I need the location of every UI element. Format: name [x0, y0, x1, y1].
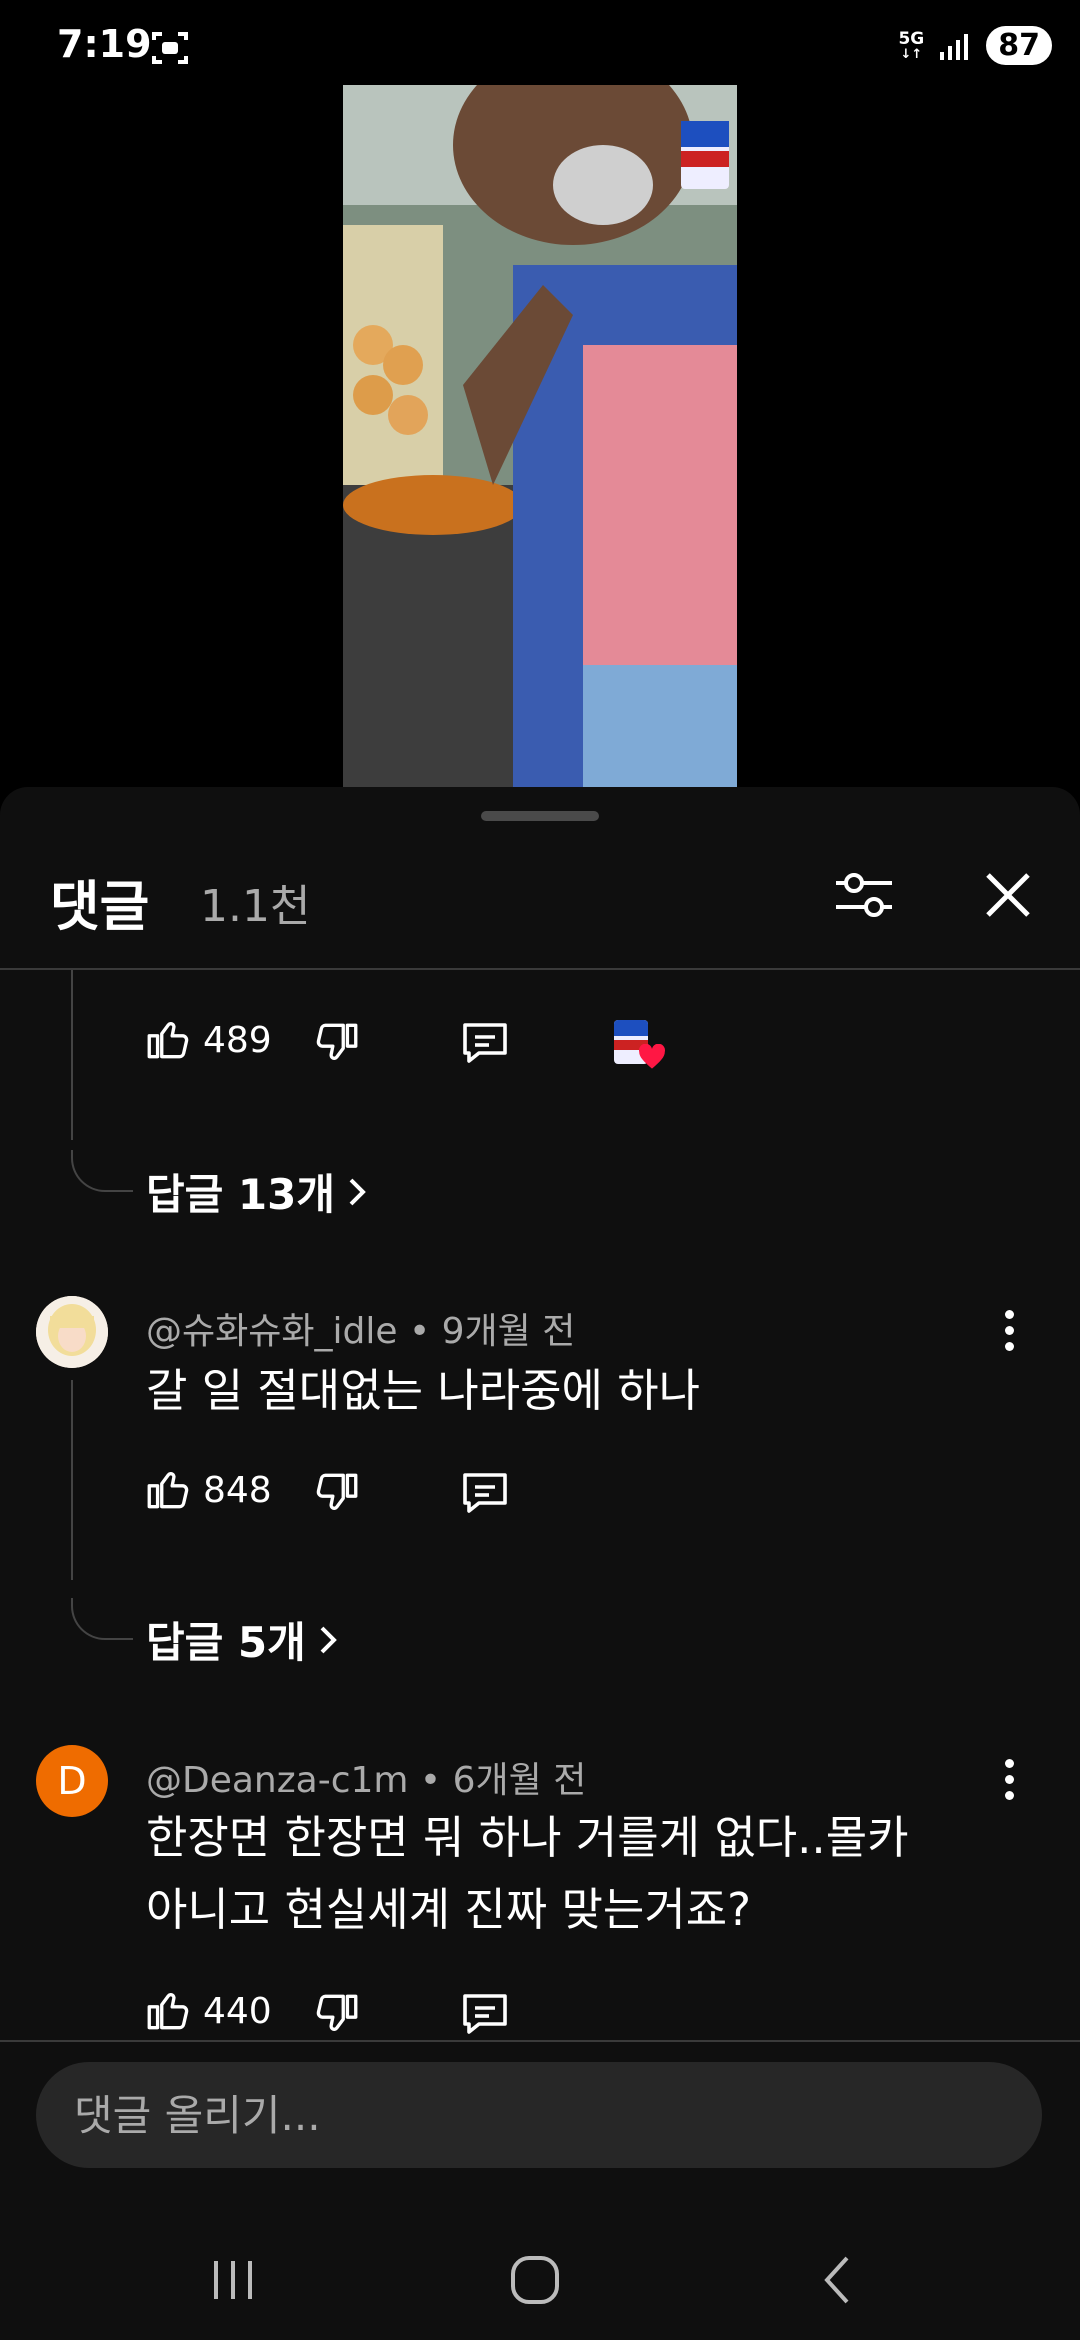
thread-line	[71, 1380, 73, 1580]
recents-icon	[214, 2261, 252, 2299]
view-replies-button[interactable]: 답글 13개	[146, 1161, 369, 1222]
status-icons: 5G ↓↑ 87	[898, 26, 1052, 65]
thumbs-down-icon	[316, 1994, 358, 2031]
drag-handle[interactable]	[481, 811, 599, 821]
comments-count: 1.1천	[200, 881, 311, 932]
avatar[interactable]: D	[36, 1745, 108, 1817]
reply-button[interactable]	[459, 1019, 511, 1071]
comment-input[interactable]	[36, 2062, 1042, 2168]
comment-author[interactable]: @슈화슈화_idle	[146, 1311, 397, 1352]
back-icon	[824, 2256, 849, 2304]
thread-line	[71, 970, 73, 1140]
comments-title: 댓글	[50, 875, 150, 938]
reply-button[interactable]	[459, 1469, 511, 1521]
channel-logo	[681, 121, 729, 189]
thumbs-up-icon	[147, 1022, 189, 1059]
recents-button[interactable]	[173, 2230, 293, 2330]
home-icon	[511, 2256, 559, 2304]
chevron-right-icon	[320, 1626, 337, 1653]
comment-author[interactable]: @Deanza-c1m	[146, 1760, 408, 1801]
like-count: 440	[203, 1990, 272, 2032]
like-count: 489	[203, 1019, 272, 1061]
close-icon	[986, 873, 1030, 917]
video-player[interactable]	[343, 85, 737, 787]
dislike-button[interactable]	[312, 1017, 362, 1071]
screen-record-icon	[150, 28, 190, 72]
view-replies-button[interactable]: 답글 5개	[146, 1609, 340, 1670]
like-count: 848	[203, 1469, 272, 1511]
input-divider	[0, 2040, 1080, 2042]
comment-icon	[463, 1994, 507, 2034]
avatar-image	[36, 1296, 108, 1368]
chevron-right-icon	[349, 1178, 366, 1205]
thumbs-up-icon	[147, 1993, 189, 2030]
comment-text: 갈 일 절대없는 나라중에 하나	[146, 1364, 701, 1417]
dislike-button[interactable]	[312, 1467, 362, 1521]
comment-time: 6개월 전	[452, 1760, 587, 1801]
header-divider	[0, 968, 1080, 970]
close-button[interactable]	[963, 850, 1053, 940]
comment-meta: @Deanza-c1m • 6개월 전	[146, 1760, 587, 1801]
filter-icon	[836, 873, 892, 917]
comment-meta: @슈화슈화_idle • 9개월 전	[146, 1311, 576, 1352]
creator-heart	[614, 1020, 665, 1069]
comment-menu-button[interactable]	[989, 1739, 1029, 1819]
like-button[interactable]: 440	[143, 1986, 272, 2036]
filter-button[interactable]	[819, 850, 909, 940]
like-button[interactable]: 848	[143, 1465, 272, 1515]
video-frame	[343, 85, 737, 787]
dislike-button[interactable]	[312, 1988, 362, 2042]
avatar[interactable]	[36, 1296, 108, 1368]
thumbs-up-icon	[147, 1472, 189, 1509]
comment-menu-button[interactable]	[989, 1290, 1029, 1370]
thumbs-down-icon	[316, 1023, 358, 1060]
network-badge: 5G ↓↑	[898, 28, 925, 62]
like-button[interactable]: 489	[143, 1015, 272, 1065]
back-button[interactable]	[777, 2230, 897, 2330]
reply-button[interactable]	[459, 1990, 511, 2042]
comment-text: 한장면 한장면 뭐 하나 거를게 없다..몰카 아니고 현실세계 진짜 맞는거죠…	[146, 1811, 909, 1936]
replies-label: 답글 5개	[146, 1618, 306, 1667]
replies-label: 답글 13개	[146, 1170, 335, 1219]
status-time: 7:19	[57, 22, 152, 66]
comment-time: 9개월 전	[441, 1311, 576, 1352]
comment-icon	[463, 1473, 507, 1513]
home-button[interactable]	[475, 2230, 595, 2330]
battery-indicator: 87	[986, 26, 1052, 65]
thumbs-down-icon	[316, 1473, 358, 1510]
signal-icon	[940, 33, 969, 60]
comment-icon	[463, 1023, 507, 1063]
heart-icon	[639, 1044, 665, 1069]
